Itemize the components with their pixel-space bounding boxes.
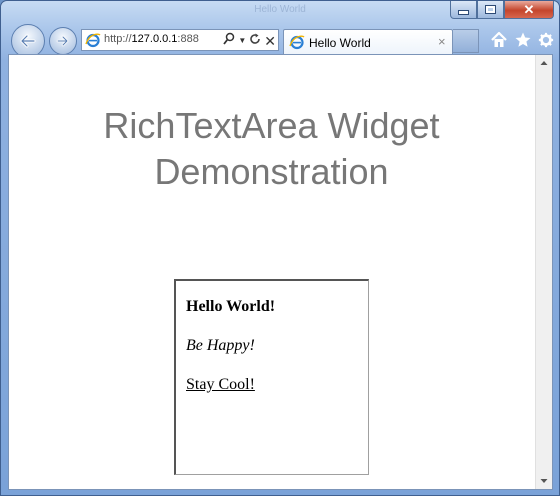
home-icon[interactable] bbox=[490, 31, 508, 49]
tab-close-button[interactable]: × bbox=[438, 34, 446, 49]
stop-icon[interactable]: ✕ bbox=[264, 33, 276, 49]
chevron-down-icon bbox=[540, 479, 548, 483]
chevron-up-icon bbox=[540, 61, 548, 65]
tab-hello-world[interactable]: Hello World × bbox=[283, 29, 453, 54]
rich-text-line-bold: Hello World! bbox=[186, 298, 276, 315]
minimize-icon bbox=[458, 10, 469, 15]
back-arrow-icon bbox=[20, 34, 36, 48]
forward-arrow-icon bbox=[56, 35, 69, 47]
ie-page-icon bbox=[85, 33, 101, 48]
gear-icon[interactable] bbox=[538, 31, 554, 49]
close-icon: ✕ bbox=[523, 1, 535, 17]
page-heading: RichTextArea Widget Demonstration bbox=[9, 103, 534, 195]
star-icon[interactable] bbox=[514, 31, 532, 49]
url-text[interactable]: http://127.0.0.1:888 bbox=[104, 33, 199, 45]
minimize-button[interactable] bbox=[450, 1, 477, 19]
scroll-up-button[interactable] bbox=[536, 55, 552, 71]
address-bar[interactable]: http://127.0.0.1:888 ▼ ✕ bbox=[81, 29, 279, 51]
new-tab-button[interactable] bbox=[453, 29, 479, 53]
search-icon[interactable] bbox=[223, 32, 235, 50]
url-host: 127.0.0.1 bbox=[131, 33, 178, 45]
page-heading-line-1: RichTextArea Widget bbox=[103, 105, 440, 146]
rich-text-line-underline: Stay Cool! bbox=[186, 376, 255, 393]
close-window-button[interactable]: ✕ bbox=[504, 1, 554, 19]
tab-label: Hello World bbox=[309, 36, 371, 50]
browser-window: Hello World ✕ http://127.0.0.1:888 ▼ ✕ H… bbox=[0, 0, 560, 496]
page-content: RichTextArea Widget Demonstration Hello … bbox=[8, 54, 553, 490]
scroll-down-button[interactable] bbox=[536, 473, 552, 489]
page-heading-line-2: Demonstration bbox=[154, 151, 389, 192]
maximize-button[interactable] bbox=[477, 1, 504, 19]
forward-button[interactable] bbox=[49, 27, 77, 55]
rich-text-area[interactable]: Hello World! Be Happy! Stay Cool! bbox=[174, 279, 369, 475]
url-port: :888 bbox=[177, 33, 199, 45]
url-scheme: http:// bbox=[104, 33, 132, 45]
vertical-scrollbar[interactable] bbox=[535, 55, 552, 489]
ie-tab-icon bbox=[289, 35, 305, 50]
dropdown-arrow-icon[interactable]: ▼ bbox=[238, 33, 246, 49]
refresh-icon[interactable] bbox=[249, 33, 261, 49]
title-bar: Hello World ✕ bbox=[1, 1, 559, 23]
maximize-icon bbox=[485, 5, 496, 14]
back-button[interactable] bbox=[11, 24, 45, 58]
rich-text-line-italic: Be Happy! bbox=[186, 337, 255, 354]
